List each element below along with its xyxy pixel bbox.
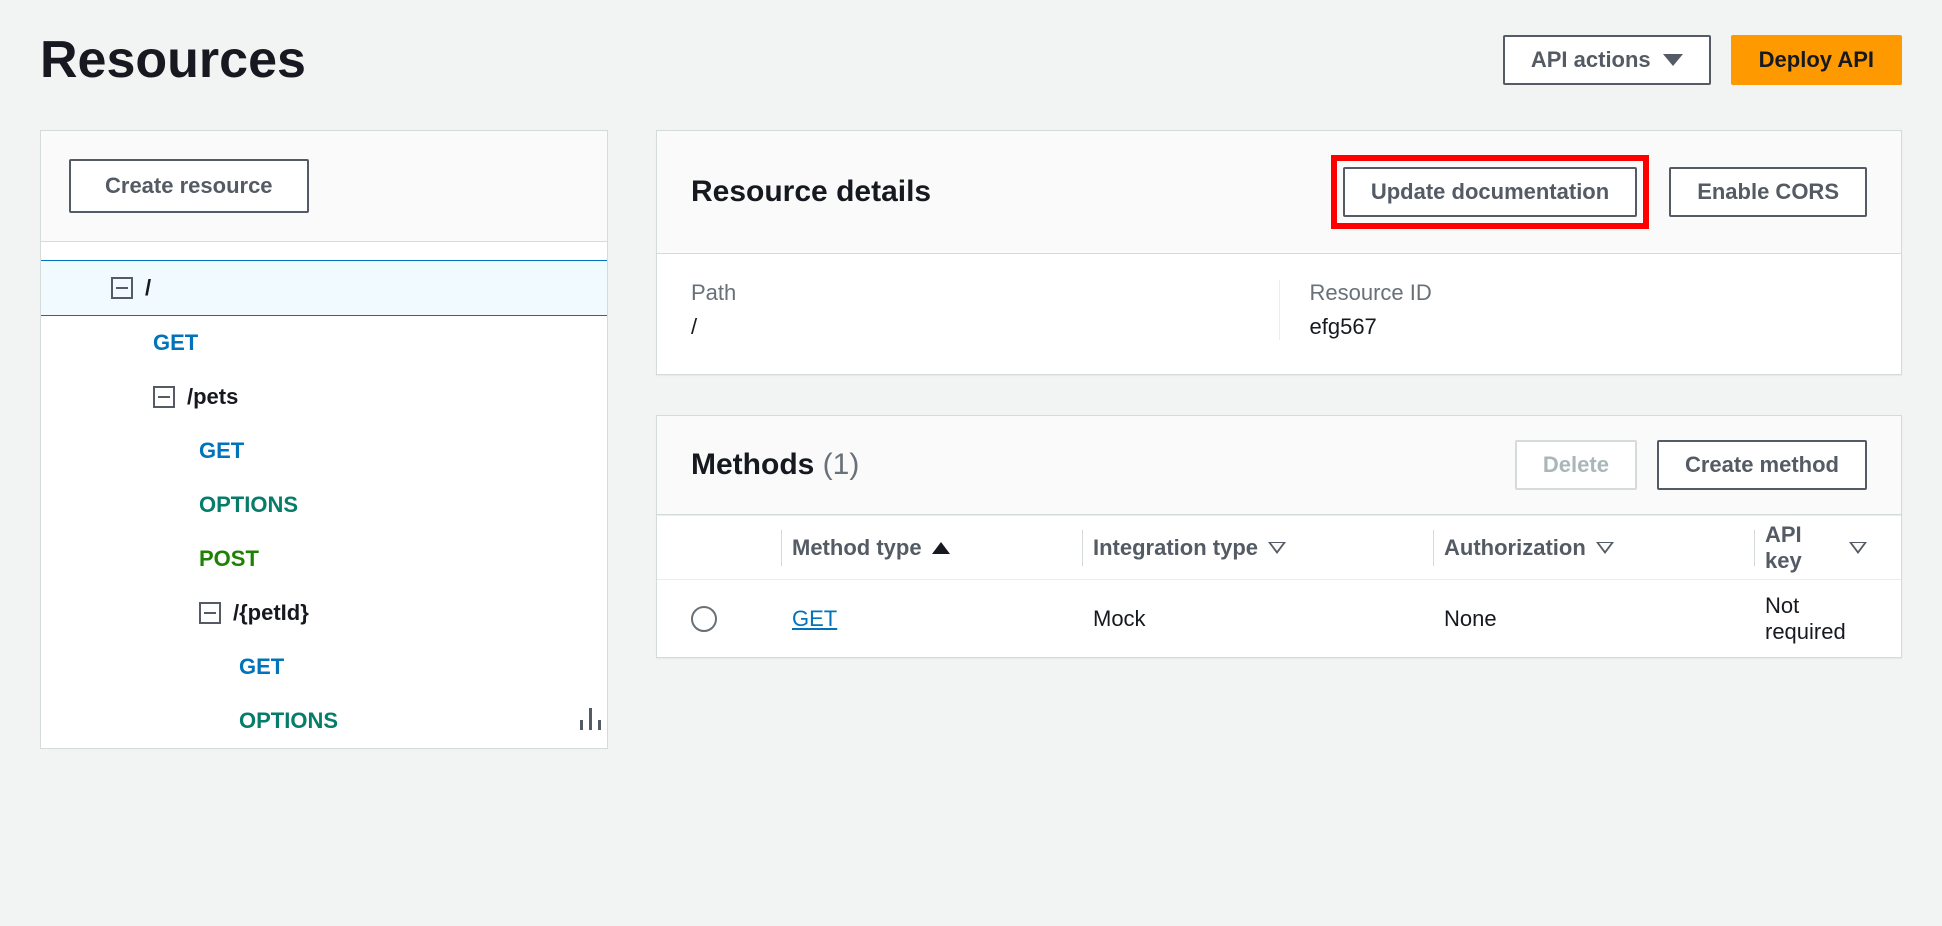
resource-details-title: Resource details — [691, 175, 931, 209]
collapse-icon[interactable] — [111, 277, 133, 299]
collapse-icon[interactable] — [153, 386, 175, 408]
detail-path-label: Path — [691, 280, 1249, 306]
api-actions-button[interactable]: API actions — [1503, 35, 1711, 85]
methods-header: Methods (1) Delete Create method — [657, 416, 1901, 515]
col-api-key-label: API key — [1765, 522, 1839, 574]
create-resource-button[interactable]: Create resource — [69, 159, 309, 213]
method-label: POST — [199, 546, 259, 572]
resource-tree: / GET /pets GET OPTIONS POST — [41, 242, 607, 748]
methods-table-header: Method type Integration type Authorizati… — [657, 515, 1901, 579]
resize-handle-icon[interactable] — [580, 708, 601, 730]
col-api-key[interactable]: API key — [1765, 522, 1867, 574]
tree-node-petid-options[interactable]: OPTIONS — [41, 694, 607, 748]
col-method-type-label: Method type — [792, 535, 922, 561]
page-header: Resources API actions Deploy API — [40, 30, 1902, 90]
method-label: GET — [199, 438, 244, 464]
detail-path-value: / — [691, 314, 1249, 340]
row-select[interactable] — [691, 606, 781, 632]
tree-node-pets-options[interactable]: OPTIONS — [41, 478, 607, 532]
methods-actions: Delete Create method — [1515, 440, 1867, 490]
tree-node-label: /{petId} — [233, 600, 309, 626]
resource-details-header: Resource details Update documentation En… — [657, 131, 1901, 254]
col-integration-type-label: Integration type — [1093, 535, 1258, 561]
methods-table-row[interactable]: GET Mock None Not required — [657, 579, 1901, 657]
header-actions: API actions Deploy API — [1503, 35, 1902, 85]
tree-node-pets-get[interactable]: GET — [41, 424, 607, 478]
tree-node-pets-post[interactable]: POST — [41, 532, 607, 586]
sort-icon — [1849, 542, 1867, 554]
detail-resource-id-value: efg567 — [1310, 314, 1868, 340]
cell-method: GET — [792, 606, 1082, 632]
method-link[interactable]: GET — [792, 606, 837, 632]
create-method-button[interactable]: Create method — [1657, 440, 1867, 490]
detail-resource-id: Resource ID efg567 — [1280, 280, 1868, 340]
collapse-icon[interactable] — [199, 602, 221, 624]
divider — [781, 530, 782, 566]
page-title: Resources — [40, 30, 306, 90]
delete-method-button[interactable]: Delete — [1515, 440, 1637, 490]
radio-icon[interactable] — [691, 606, 717, 632]
method-label: GET — [153, 330, 198, 356]
tree-node-label: / — [145, 275, 151, 301]
deploy-api-button[interactable]: Deploy API — [1731, 35, 1902, 85]
method-label: OPTIONS — [199, 492, 298, 518]
tree-node-petid[interactable]: /{petId} — [41, 586, 607, 640]
update-documentation-highlight: Update documentation — [1331, 155, 1649, 229]
resource-details-actions: Update documentation Enable CORS — [1331, 155, 1867, 229]
methods-title: Methods (1) — [691, 448, 859, 482]
sort-icon — [1596, 542, 1614, 554]
resource-tree-panel: Create resource / GET /pets GET O — [40, 130, 608, 749]
col-integration-type[interactable]: Integration type — [1093, 535, 1433, 561]
main-column: Resource details Update documentation En… — [656, 130, 1902, 658]
caret-down-icon — [1663, 54, 1683, 66]
detail-path: Path / — [691, 280, 1280, 340]
methods-count: (1) — [823, 448, 860, 481]
tree-node-pets[interactable]: /pets — [41, 370, 607, 424]
col-method-type[interactable]: Method type — [792, 535, 1082, 561]
divider — [1754, 530, 1755, 566]
col-authorization-label: Authorization — [1444, 535, 1586, 561]
sidebar-toolbar: Create resource — [41, 131, 607, 242]
api-actions-label: API actions — [1531, 47, 1651, 73]
cell-api-key: Not required — [1765, 593, 1867, 645]
methods-panel: Methods (1) Delete Create method Method … — [656, 415, 1902, 658]
update-documentation-button[interactable]: Update documentation — [1343, 167, 1637, 217]
tree-node-label: /pets — [187, 384, 238, 410]
sort-icon — [1268, 542, 1286, 554]
resource-details-panel: Resource details Update documentation En… — [656, 130, 1902, 375]
col-authorization[interactable]: Authorization — [1444, 535, 1754, 561]
cell-authorization: None — [1444, 606, 1754, 632]
sort-asc-icon — [932, 542, 950, 554]
tree-node-root-get[interactable]: GET — [41, 316, 607, 370]
enable-cors-button[interactable]: Enable CORS — [1669, 167, 1867, 217]
divider — [1433, 530, 1434, 566]
method-label: OPTIONS — [239, 708, 338, 734]
tree-node-root[interactable]: / — [41, 260, 607, 316]
tree-node-petid-get[interactable]: GET — [41, 640, 607, 694]
methods-title-text: Methods — [691, 448, 814, 481]
cell-integration: Mock — [1093, 606, 1433, 632]
resource-details-body: Path / Resource ID efg567 — [657, 254, 1901, 374]
method-label: GET — [239, 654, 284, 680]
detail-resource-id-label: Resource ID — [1310, 280, 1868, 306]
divider — [1082, 530, 1083, 566]
